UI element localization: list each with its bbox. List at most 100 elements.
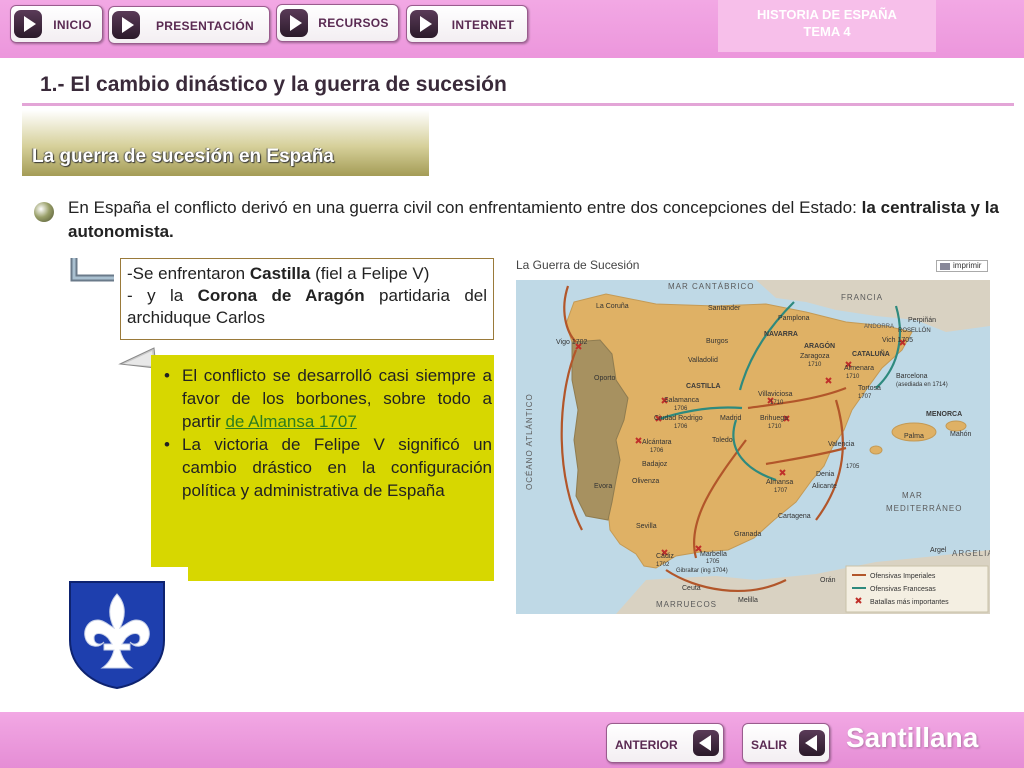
- city-label: Marbella: [700, 551, 727, 558]
- anterior-button[interactable]: ANTERIOR: [606, 723, 724, 763]
- map-title: La Guerra de Sucesión: [516, 258, 640, 272]
- city-label: Denia: [816, 471, 834, 478]
- battle-year: 1706: [674, 406, 688, 412]
- list-item-text: La victoria de Felipe V significó un cam…: [182, 435, 492, 500]
- bullet-icon: •: [164, 435, 170, 454]
- sea-label: OCÉANO ATLÁNTICO: [525, 393, 534, 490]
- salir-button[interactable]: SALIR: [742, 723, 830, 763]
- factions-text: -Se enfrentaron: [127, 264, 250, 283]
- battle-year: 1710: [770, 400, 784, 406]
- factions-box: -Se enfrentaron Castilla (fiel a Felipe …: [120, 258, 494, 340]
- region-label: NAVARRA: [764, 331, 798, 338]
- presentacion-button[interactable]: PRESENTACIÓN: [108, 6, 270, 44]
- list-item: • El conflicto se desarrolló casi siempr…: [160, 364, 492, 433]
- legend-item: Batallas más importantes: [870, 599, 949, 606]
- city-label: Vich 1705: [882, 337, 913, 344]
- country-label: ARGELIA: [952, 549, 990, 558]
- city-label: Alcántara: [642, 439, 672, 446]
- printer-icon: [940, 263, 950, 270]
- battle-year: 1705: [706, 559, 720, 565]
- city-label: Barcelona: [896, 373, 928, 380]
- battle-year: 1705: [846, 464, 860, 470]
- city-label: Brihuega: [760, 415, 788, 422]
- bourbon-shield-icon: [69, 581, 165, 690]
- print-label: imprimir: [953, 261, 982, 270]
- play-icon: [410, 10, 438, 38]
- city-label: Palma: [904, 433, 924, 440]
- city-label: Zaragoza: [800, 353, 830, 360]
- sea-label: MAR CANTÁBRICO: [668, 282, 754, 291]
- city-label: Mahón: [950, 431, 972, 438]
- country-label: MARRUECOS: [656, 600, 717, 609]
- city-label: ROSELLÓN: [898, 327, 931, 334]
- city-label: La Coruña: [596, 303, 629, 310]
- back-arrow-icon: [693, 730, 719, 756]
- inicio-button[interactable]: INICIO: [10, 5, 103, 43]
- topic-number: TEMA 4: [803, 24, 851, 39]
- play-icon: [280, 9, 308, 37]
- section-title: La guerra de sucesión en España: [32, 146, 334, 167]
- war-of-succession-map: MAR CANTÁBRICO FRANCIA MAR MEDITERRÁNEO …: [516, 280, 990, 614]
- bullet-icon: •: [164, 366, 170, 385]
- region-label: CASTILLA: [686, 383, 721, 390]
- battle-year: 1702: [656, 562, 670, 568]
- publisher-logo: Santillana: [846, 722, 979, 753]
- city-label: Pamplona: [778, 315, 810, 322]
- city-label: Badajoz: [642, 461, 668, 468]
- legend-item: Ofensivas Francesas: [870, 586, 936, 593]
- city-label: Evora: [594, 483, 612, 490]
- city-label: Olivenza: [632, 478, 659, 485]
- city-label: Granada: [734, 531, 761, 538]
- battle-year: 1706: [674, 424, 688, 430]
- city-label: Valladolid: [688, 357, 718, 364]
- print-button[interactable]: imprimir: [936, 260, 988, 272]
- battle-year: 1707: [858, 394, 872, 400]
- bullet-icon: [34, 202, 54, 222]
- city-label: Perpiñán: [908, 317, 936, 324]
- legend-item: Ofensivas Imperiales: [870, 573, 936, 580]
- section-header: La guerra de sucesión en España: [22, 110, 429, 176]
- city-label: Oporto: [594, 375, 616, 382]
- war-summary-list: • El conflicto se desarrolló casi siempr…: [160, 364, 492, 502]
- city-label: Madrid: [720, 415, 742, 422]
- factions-text: - y la: [127, 286, 198, 305]
- city-label: Ceuta: [682, 585, 701, 592]
- battle-year: 1710: [846, 374, 860, 380]
- anterior-label: ANTERIOR: [615, 738, 678, 752]
- almansa-link[interactable]: de Almansa 1707: [225, 412, 356, 431]
- city-label: Gibraltar (ing 1704): [676, 568, 728, 574]
- intro-paragraph: En España el conflicto derivó en una gue…: [68, 196, 999, 244]
- inicio-label: INICIO: [53, 18, 92, 32]
- city-label: Almenara: [844, 365, 874, 372]
- city-label: Tortosa: [858, 385, 881, 392]
- menorca-island: [945, 420, 967, 432]
- play-icon: [14, 10, 42, 38]
- city-label: Santander: [708, 305, 741, 312]
- course-name: HISTORIA DE ESPAÑA: [757, 7, 897, 22]
- internet-button[interactable]: INTERNET: [406, 5, 528, 43]
- title-divider: [22, 103, 1014, 106]
- city-label: Argel: [930, 547, 947, 554]
- city-label: Sevilla: [636, 523, 657, 530]
- country-label: FRANCIA: [841, 293, 883, 302]
- city-label: Alicante: [812, 483, 837, 490]
- city-label: Villaviciosa: [758, 391, 793, 398]
- sea-label: MEDITERRÁNEO: [886, 504, 962, 513]
- list-item: • La victoria de Felipe V significó un c…: [160, 433, 492, 502]
- region-label: ANDORRA: [864, 324, 894, 330]
- recursos-button[interactable]: RECURSOS: [276, 4, 399, 42]
- page-title: 1.- El cambio dinástico y la guerra de s…: [40, 73, 507, 96]
- sea-label: MAR: [902, 491, 923, 500]
- battle-year: 1710: [808, 362, 822, 368]
- intro-text: En España el conflicto derivó en una gue…: [68, 198, 862, 217]
- city-label: Cartagena: [778, 513, 811, 520]
- city-label: Cádiz: [656, 553, 674, 560]
- battle-year: 1706: [650, 448, 664, 454]
- presentacion-label: PRESENTACIÓN: [155, 19, 255, 33]
- internet-label: INTERNET: [451, 18, 515, 32]
- ibiza-island: [869, 445, 883, 455]
- city-label: Melilla: [738, 597, 758, 604]
- city-label: Salamanca: [664, 397, 699, 404]
- city-label: Almansa: [766, 479, 793, 486]
- region-label: MENORCA: [926, 411, 962, 418]
